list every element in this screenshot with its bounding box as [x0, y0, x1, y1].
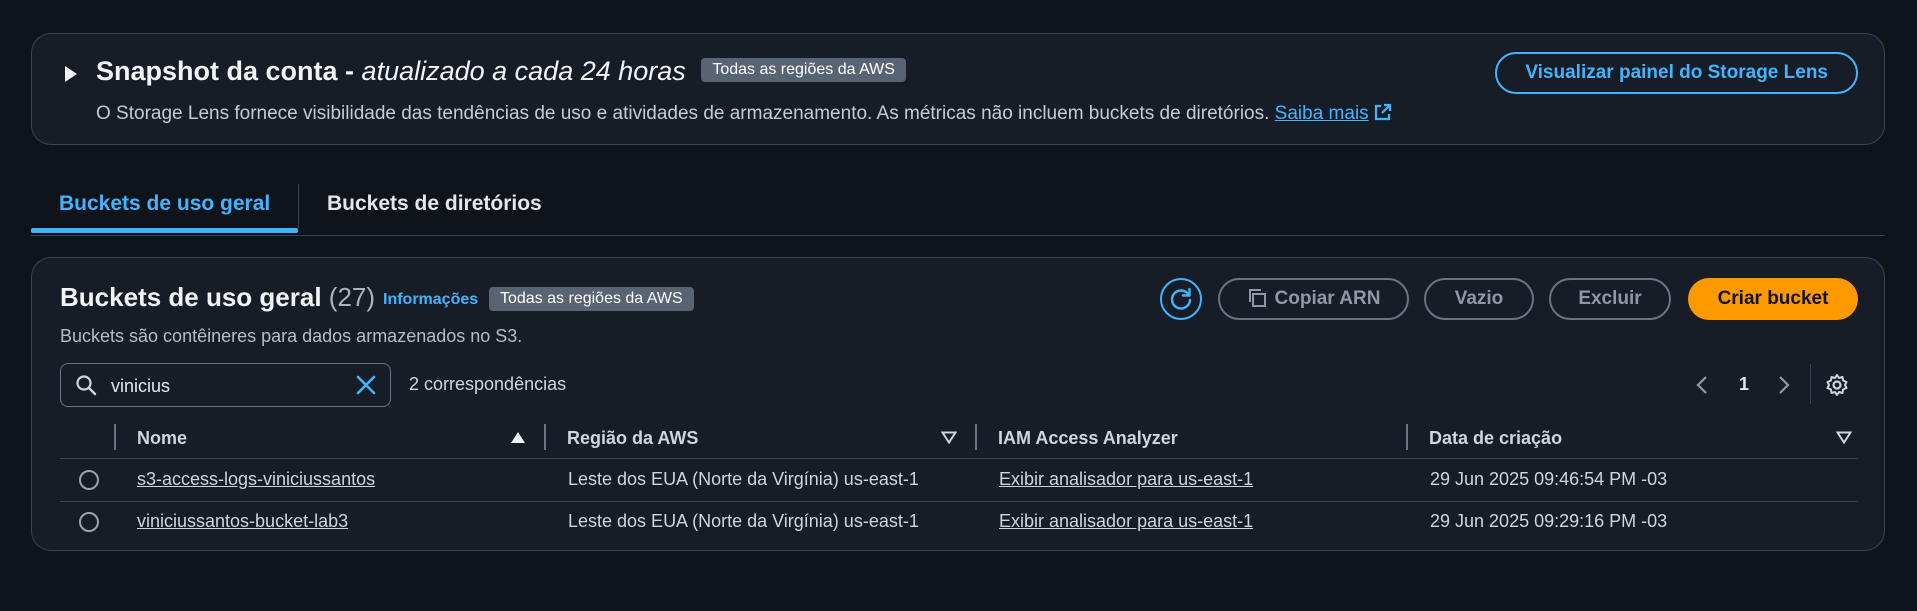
- external-link-icon: [1374, 103, 1391, 121]
- snapshot-title: Snapshot da conta - atualizado a cada 24…: [96, 56, 906, 87]
- bucket-search: [60, 363, 391, 407]
- snapshot-title-bold: Snapshot da conta -: [96, 56, 355, 86]
- buckets-count: (27): [328, 282, 376, 312]
- view-storage-lens-button[interactable]: Visualizar painel do Storage Lens: [1495, 52, 1858, 94]
- delete-bucket-button[interactable]: Excluir: [1549, 278, 1671, 320]
- row-select-radio[interactable]: [79, 470, 99, 490]
- column-header-name[interactable]: Nome: [137, 428, 187, 449]
- refresh-button[interactable]: [1160, 278, 1202, 320]
- buckets-description: Buckets são contêineres para dados armaz…: [60, 326, 523, 346]
- caret-right-icon[interactable]: [64, 65, 78, 83]
- buckets-title: Buckets de uso geral: [60, 282, 322, 312]
- bucket-name-link[interactable]: s3-access-logs-viniciussantos: [137, 469, 375, 490]
- learn-more-link[interactable]: Saiba mais: [1275, 103, 1392, 124]
- refresh-icon: [1170, 287, 1192, 310]
- empty-bucket-button[interactable]: Vazio: [1424, 278, 1534, 320]
- sort-descending-icon[interactable]: [941, 431, 957, 444]
- snapshot-description: O Storage Lens fornece visibilidade das …: [96, 103, 1392, 125]
- sort-descending-icon[interactable]: [1836, 431, 1852, 444]
- bucket-name-link[interactable]: viniciussantos-bucket-lab3: [137, 511, 348, 532]
- search-input[interactable]: [109, 372, 333, 400]
- match-count: 2 correspondências: [409, 374, 567, 394]
- chevron-left-icon[interactable]: [1696, 375, 1708, 395]
- column-separator: [1406, 424, 1408, 450]
- tab-directory-buckets[interactable]: Buckets de diretórios: [327, 192, 542, 216]
- chevron-right-icon[interactable]: [1778, 375, 1790, 395]
- analyzer-link[interactable]: Exibir analisador para us-east-1: [999, 511, 1253, 532]
- snapshot-title-italic: atualizado a cada 24 horas: [361, 56, 686, 86]
- header-divider: [60, 458, 1858, 459]
- copy-arn-button[interactable]: Copiar ARN: [1218, 278, 1409, 320]
- gear-icon[interactable]: [1825, 373, 1849, 397]
- pagination-divider: [1810, 364, 1811, 404]
- sort-ascending-icon[interactable]: [510, 431, 526, 444]
- create-bucket-button[interactable]: Criar bucket: [1688, 278, 1858, 320]
- account-snapshot-panel: Snapshot da conta - atualizado a cada 24…: [31, 33, 1885, 145]
- regions-badge: Todas as regiões da AWS: [701, 57, 906, 82]
- snapshot-description-text: O Storage Lens fornece visibilidade das …: [96, 103, 1270, 124]
- bucket-creation-date: 29 Jun 2025 09:29:16 PM -03: [1430, 511, 1668, 531]
- column-separator: [975, 424, 977, 450]
- row-select-radio[interactable]: [79, 512, 99, 532]
- close-icon[interactable]: [356, 375, 376, 395]
- tab-general-purpose-buckets[interactable]: Buckets de uso geral: [59, 192, 270, 216]
- bucket-region: Leste dos EUA (Norte da Virgínia) us-eas…: [568, 511, 919, 531]
- bucket-tabs: Buckets de uso geral Buckets de diretóri…: [31, 180, 1885, 236]
- column-separator: [544, 424, 546, 450]
- page-number[interactable]: 1: [1739, 374, 1749, 395]
- tab-divider: [298, 184, 299, 228]
- active-tab-indicator: [31, 228, 298, 233]
- bucket-region: Leste dos EUA (Norte da Virgínia) us-eas…: [568, 469, 919, 489]
- row-divider: [60, 501, 1858, 502]
- analyzer-link[interactable]: Exibir analisador para us-east-1: [999, 469, 1253, 490]
- general-buckets-panel: Buckets de uso geral (27) Informações To…: [31, 257, 1885, 551]
- search-icon: [76, 375, 97, 396]
- regions-badge: Todas as regiões da AWS: [489, 287, 694, 311]
- column-header-region[interactable]: Região da AWS: [567, 428, 698, 449]
- info-link[interactable]: Informações: [383, 291, 478, 309]
- column-header-iam-analyzer: IAM Access Analyzer: [998, 428, 1178, 448]
- column-separator: [114, 424, 116, 450]
- buckets-heading: Buckets de uso geral (27): [60, 282, 375, 313]
- copy-icon: [1248, 289, 1266, 307]
- learn-more-label: Saiba mais: [1274, 103, 1369, 124]
- bucket-creation-date: 29 Jun 2025 09:46:54 PM -03: [1430, 469, 1668, 489]
- column-header-creation-date[interactable]: Data de criação: [1429, 428, 1562, 449]
- copy-arn-label: Copiar ARN: [1274, 288, 1381, 309]
